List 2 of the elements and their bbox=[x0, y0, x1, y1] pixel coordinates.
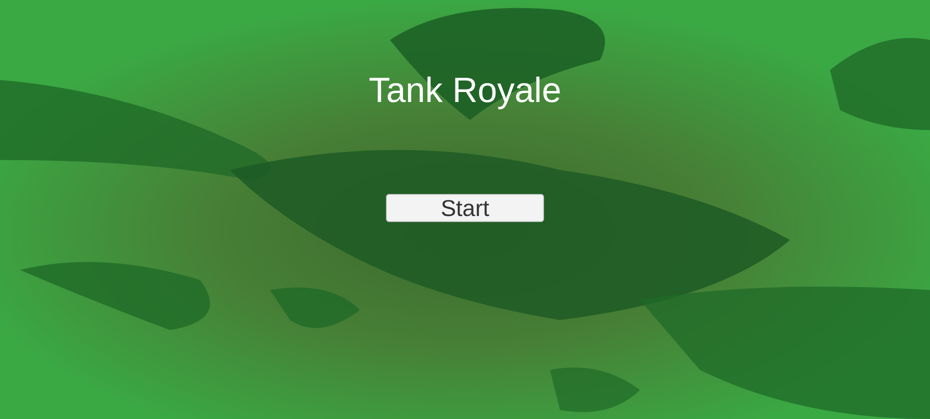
game-title: Tank Royale bbox=[368, 70, 562, 112]
start-button[interactable]: Start bbox=[386, 194, 544, 222]
